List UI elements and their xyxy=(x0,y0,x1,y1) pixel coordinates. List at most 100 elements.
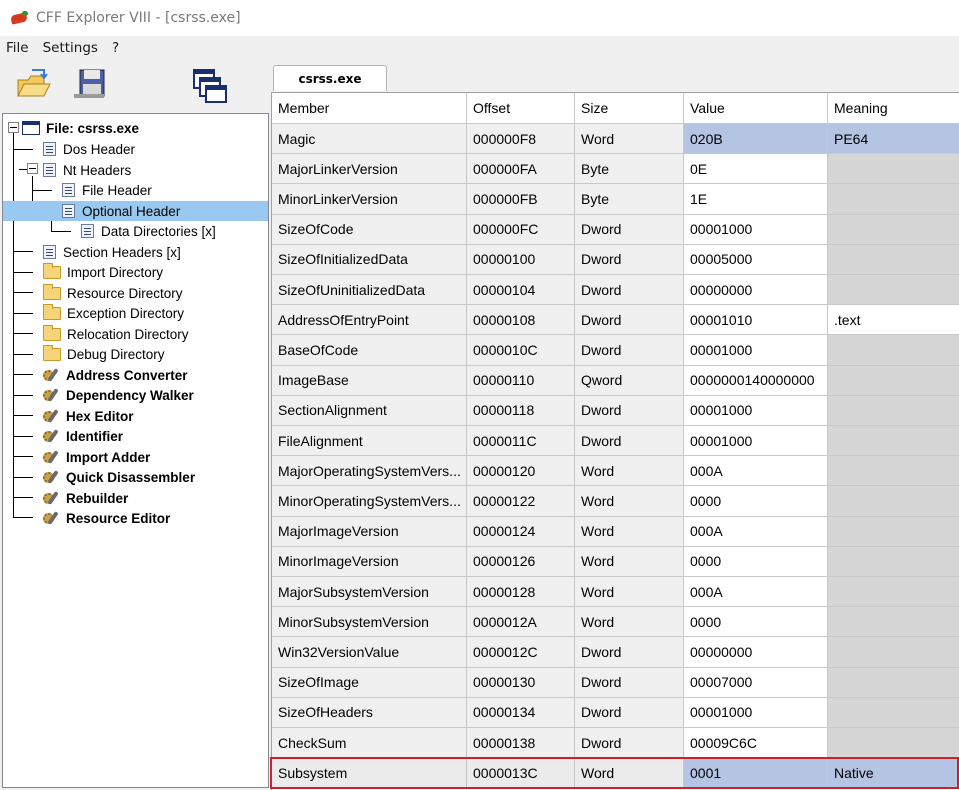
value-cell[interactable]: 00007000 xyxy=(684,667,828,698)
tree-item-rebuilder[interactable]: Rebuilder xyxy=(43,488,130,508)
table-row[interactable]: FileAlignment 0000011C Dword 00001000 xyxy=(272,426,959,457)
column-header-value[interactable]: Value xyxy=(684,93,828,124)
offset-cell: 00000128 xyxy=(467,577,575,608)
meaning-cell xyxy=(828,335,959,366)
size-cell: Word xyxy=(575,486,684,517)
tree-item-resource-editor[interactable]: Resource Editor xyxy=(43,508,172,528)
table-row[interactable]: MajorLinkerVersion 000000FA Byte 0E xyxy=(272,154,959,185)
table-row[interactable]: SizeOfUninitializedData 00000104 Dword 0000… xyxy=(272,275,959,306)
tree-item-data-directories[interactable]: Data Directories [x] xyxy=(81,221,218,241)
value-cell[interactable]: 00005000 xyxy=(684,244,828,275)
size-cell: Dword xyxy=(575,275,684,306)
table-row[interactable]: MajorSubsystemVersion 00000128 Word 000A xyxy=(272,577,959,608)
table-row[interactable]: MajorImageVersion 00000124 Word 000A xyxy=(272,516,959,547)
value-cell[interactable]: 0000 xyxy=(684,607,828,638)
value-cell[interactable]: 00001000 xyxy=(684,214,828,245)
value-cell[interactable]: 00000000 xyxy=(684,637,828,668)
tree-item-resource-directory[interactable]: Resource Directory xyxy=(43,283,185,303)
value-cell[interactable]: 00009C6C xyxy=(684,728,828,759)
value-cell[interactable]: 000A xyxy=(684,577,828,608)
tree-item-exception-directory[interactable]: Exception Directory xyxy=(43,303,186,323)
column-header-meaning[interactable]: Meaning xyxy=(828,93,959,124)
offset-cell: 00000108 xyxy=(467,305,575,336)
size-cell: Word xyxy=(575,758,684,789)
offset-cell: 0000012A xyxy=(467,607,575,638)
optional-header-grid[interactable]: Member Offset Size Value Meaning Magic 00… xyxy=(271,92,959,790)
value-cell[interactable]: 0E xyxy=(684,154,828,185)
tree-item-quick-disassembler[interactable]: Quick Disassembler xyxy=(43,467,197,487)
menu-settings[interactable]: Settings xyxy=(43,40,98,56)
tree-item-label: Identifier xyxy=(66,428,124,444)
value-cell[interactable]: 0000 xyxy=(684,486,828,517)
tree-item-import-adder[interactable]: Import Adder xyxy=(43,447,152,467)
tab-csrss-exe[interactable]: csrss.exe xyxy=(273,65,387,91)
member-cell: Magic xyxy=(272,124,467,155)
tree-item-label: Dos Header xyxy=(63,141,136,157)
table-row[interactable]: MinorSubsystemVersion 0000012A Word 0000 xyxy=(272,607,959,638)
open-file-icon[interactable] xyxy=(14,66,54,106)
offset-cell: 00000110 xyxy=(467,365,575,396)
tree-item-dos-header[interactable]: Dos Header xyxy=(43,139,137,159)
offset-cell: 00000138 xyxy=(467,728,575,759)
table-row[interactable]: MajorOperatingSystemVers... 00000120 Word 0… xyxy=(272,456,959,487)
table-row[interactable]: SizeOfInitializedData 00000100 Dword 000050… xyxy=(272,244,959,275)
tree-item-relocation-directory[interactable]: Relocation Directory xyxy=(43,324,191,344)
tree-item-import-directory[interactable]: Import Directory xyxy=(43,262,165,282)
value-cell[interactable]: 1E xyxy=(684,184,828,215)
value-cell[interactable]: 00000000 xyxy=(684,275,828,306)
table-row[interactable]: MinorOperatingSystemVers... 00000122 Word 0… xyxy=(272,486,959,517)
tree-item-identifier[interactable]: Identifier xyxy=(43,426,125,446)
table-row[interactable]: Magic 000000F8 Word 020B PE64 xyxy=(272,124,959,155)
member-cell: MinorImageVersion xyxy=(272,546,467,577)
tree-root-expander[interactable] xyxy=(8,122,19,133)
table-row[interactable]: BaseOfCode 0000010C Dword 00001000 xyxy=(272,335,959,366)
menu-file[interactable]: File xyxy=(6,40,29,56)
table-row[interactable]: AddressOfEntryPoint 00000108 Dword 00001010… xyxy=(272,305,959,336)
member-cell: CheckSum xyxy=(272,728,467,759)
offset-cell: 000000F8 xyxy=(467,124,575,155)
column-header-size[interactable]: Size xyxy=(575,93,684,124)
nt-headers-expander[interactable] xyxy=(27,163,38,174)
save-icon[interactable] xyxy=(72,64,112,104)
table-row[interactable]: SizeOfImage 00000130 Dword 00007000 xyxy=(272,667,959,698)
tree-item-file-header[interactable]: File Header xyxy=(62,180,154,200)
table-row[interactable]: SizeOfHeaders 00000134 Dword 00001000 xyxy=(272,697,959,728)
tree-panel[interactable]: File: csrss.exe Dos Header Nt Headers Fi… xyxy=(2,113,269,788)
offset-cell: 00000120 xyxy=(467,456,575,487)
table-row[interactable]: MinorImageVersion 00000126 Word 0000 xyxy=(272,546,959,577)
table-row[interactable]: SizeOfCode 000000FC Dword 00001000 xyxy=(272,214,959,245)
tool-icon xyxy=(43,448,61,466)
table-row[interactable]: SectionAlignment 00000118 Dword 00001000 xyxy=(272,395,959,426)
table-row[interactable]: ImageBase 00000110 Qword 0000000140000000 xyxy=(272,365,959,396)
table-row[interactable]: Win32VersionValue 0000012C Dword 00000000 xyxy=(272,637,959,668)
size-cell: Word xyxy=(575,456,684,487)
tree-item-dependency-walker[interactable]: Dependency Walker xyxy=(43,385,196,405)
tree-item-section-headers[interactable]: Section Headers [x] xyxy=(43,242,183,262)
column-header-offset[interactable]: Offset xyxy=(467,93,575,124)
tool-icon xyxy=(43,509,61,527)
tree-item-hex-editor[interactable]: Hex Editor xyxy=(43,406,136,426)
column-header-member[interactable]: Member xyxy=(272,93,467,124)
meaning-cell: .text xyxy=(828,305,959,336)
value-cell[interactable]: 0001 xyxy=(684,758,828,789)
value-cell[interactable]: 000A xyxy=(684,456,828,487)
table-row[interactable]: Subsystem 0000013C Word 0001 Native xyxy=(272,758,959,789)
menu-help[interactable]: ? xyxy=(112,40,119,56)
value-cell[interactable]: 000A xyxy=(684,516,828,547)
table-row[interactable]: MinorLinkerVersion 000000FB Byte 1E xyxy=(272,184,959,215)
value-cell[interactable]: 00001000 xyxy=(684,335,828,366)
windows-icon[interactable] xyxy=(190,66,230,106)
value-cell[interactable]: 00001000 xyxy=(684,426,828,457)
tree-root-file[interactable]: File: csrss.exe xyxy=(22,118,141,138)
value-cell[interactable]: 00001000 xyxy=(684,395,828,426)
value-cell[interactable]: 0000000140000000 xyxy=(684,365,828,396)
value-cell[interactable]: 00001010 xyxy=(684,305,828,336)
tree-item-address-converter[interactable]: Address Converter xyxy=(43,365,190,385)
value-cell[interactable]: 00001000 xyxy=(684,697,828,728)
table-row[interactable]: CheckSum 00000138 Dword 00009C6C xyxy=(272,728,959,759)
tree-item-debug-directory[interactable]: Debug Directory xyxy=(43,344,167,364)
tree-item-nt-headers[interactable]: Nt Headers xyxy=(43,160,133,180)
value-cell[interactable]: 020B xyxy=(684,124,828,155)
value-cell[interactable]: 0000 xyxy=(684,546,828,577)
tree-item-optional-header[interactable]: Optional Header xyxy=(3,201,268,221)
